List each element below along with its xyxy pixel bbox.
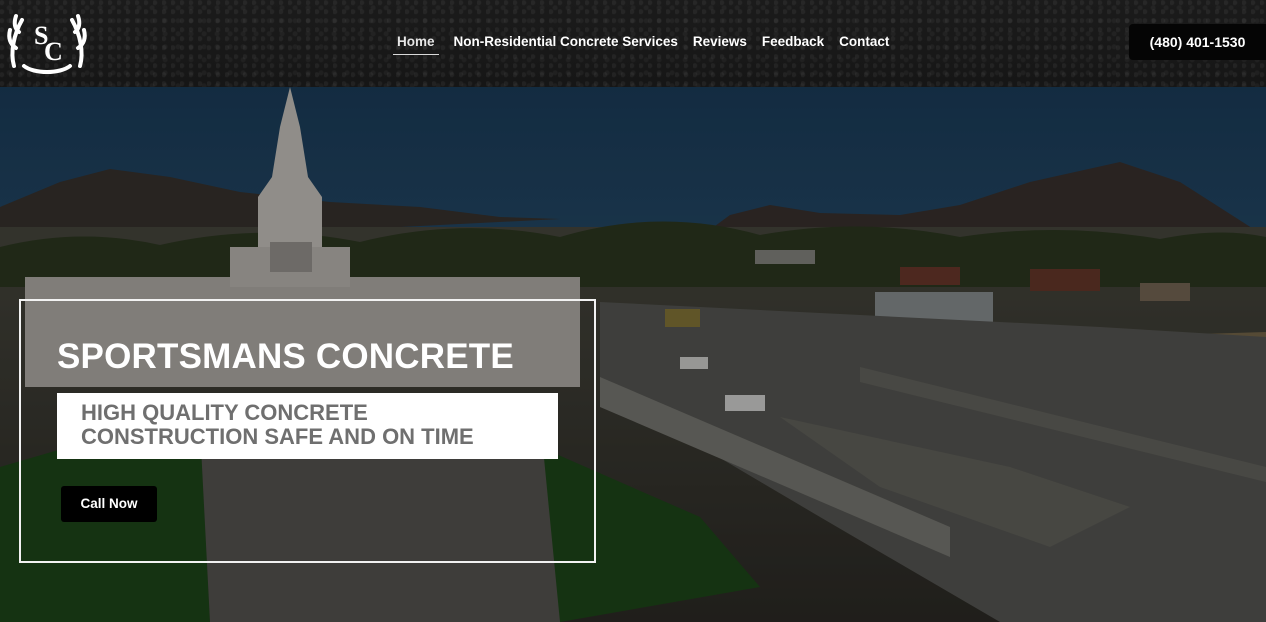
nav-home[interactable]: Home	[393, 33, 439, 55]
svg-text:C: C	[44, 37, 63, 66]
nav-feedback[interactable]: Feedback	[754, 33, 831, 55]
site-header: S C Home Non-Residential Concrete Servic…	[0, 0, 1266, 87]
antler-logo-icon: S C	[7, 14, 87, 74]
nav-non-residential-services[interactable]: Non-Residential Concrete Services	[446, 33, 685, 55]
hero-subtitle-line-2: CONSTRUCTION SAFE AND ON TIME	[81, 424, 474, 449]
hero-subtitle-line-1: HIGH QUALITY CONCRETE	[81, 400, 368, 425]
nav-reviews[interactable]: Reviews	[685, 33, 754, 55]
call-now-button[interactable]: Call Now	[61, 486, 157, 522]
hero-section: SPORTSMANS CONCRETE HIGH QUALITY CONCRET…	[0, 87, 1266, 622]
logo[interactable]: S C	[4, 8, 90, 76]
nav-contact[interactable]: Contact	[831, 33, 896, 55]
phone-button[interactable]: (480) 401-1530	[1129, 24, 1266, 60]
hero-subtitle: HIGH QUALITY CONCRETE CONSTRUCTION SAFE …	[57, 393, 558, 459]
hero-title: SPORTSMANS CONCRETE	[57, 337, 514, 376]
main-nav: Home Non-Residential Concrete Services R…	[393, 33, 896, 55]
hero-text-frame: SPORTSMANS CONCRETE HIGH QUALITY CONCRET…	[19, 299, 596, 563]
